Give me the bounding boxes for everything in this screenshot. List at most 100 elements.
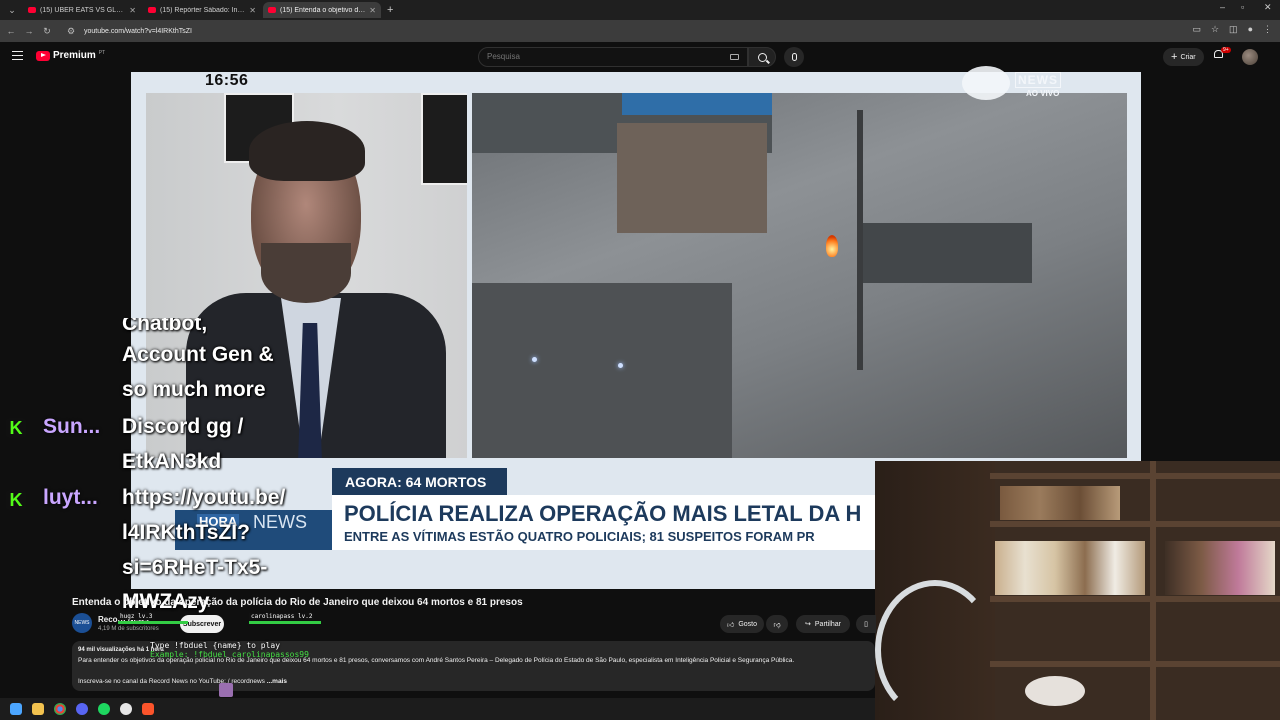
minimize-icon[interactable]: – (1220, 2, 1225, 12)
logo-circle (962, 66, 1010, 100)
voice-search-button[interactable] (784, 47, 804, 67)
windows-start-icon[interactable] (10, 703, 22, 715)
tab-search-icon[interactable]: ⌄ (3, 3, 21, 17)
interviewee-hair (249, 121, 365, 181)
fire (826, 235, 838, 257)
account-avatar[interactable] (1242, 49, 1258, 65)
thumbs-up-icon: 👍︎ (726, 621, 735, 629)
like-label: Gosto (738, 620, 757, 628)
search-icon (757, 52, 767, 62)
search-input[interactable] (487, 52, 717, 61)
obs-icon[interactable] (120, 703, 132, 715)
chrome-icon[interactable] (54, 703, 66, 715)
close-tab-icon[interactable]: ✕ (369, 6, 376, 15)
channel-avatar[interactable]: NEWS (72, 613, 92, 633)
discord-icon[interactable] (76, 703, 88, 715)
headline-band: POLÍCIA REALIZA OPERAÇÃO MAIS LETAL DA H… (332, 495, 875, 550)
url-field[interactable]: youtube.com/watch?v=l4IRKthTsZI (84, 28, 192, 35)
interviewee-beard (261, 243, 351, 303)
spotify-icon[interactable] (98, 703, 110, 715)
thumbs-down-icon: 👎︎ (773, 621, 781, 629)
bookshelf-board (990, 521, 1280, 527)
youtube-favicon-icon (268, 7, 276, 13)
live-label: AO VIVO (1026, 89, 1060, 98)
window-close-icon[interactable]: ✕ (1264, 2, 1272, 13)
overlay-chat-line: so much more (122, 378, 266, 401)
search-button[interactable] (748, 47, 776, 67)
bookmark-icon: ▯ (864, 621, 868, 628)
create-button[interactable]: + Criar (1163, 48, 1204, 66)
subscribe-button[interactable]: Subscrever (180, 615, 224, 633)
brave-icon[interactable] (142, 703, 154, 715)
site-info-icon[interactable]: ⚙ (64, 26, 78, 37)
bookmark-star-icon[interactable]: ☆ (1211, 24, 1219, 35)
microphone-icon (791, 53, 797, 61)
profile-icon[interactable]: ● (1248, 24, 1253, 35)
back-icon[interactable]: ← (4, 26, 18, 36)
tab-title: (15) UBER EATS VS GLOVO I Cli (40, 6, 125, 14)
player-level: lv.2 (297, 613, 313, 620)
cast-icon[interactable]: ▭ (1192, 24, 1201, 35)
close-tab-icon[interactable]: ✕ (249, 6, 256, 15)
keyboard-icon[interactable] (730, 54, 739, 60)
hamburger-menu-icon[interactable] (12, 51, 23, 60)
share-button[interactable]: ↪ Partilhar (796, 615, 850, 633)
wall-poster (421, 93, 467, 185)
overlay-chat-line: Discord gg / (122, 415, 244, 438)
new-tab-icon[interactable]: + (387, 4, 393, 16)
player-level: lv.3 (138, 613, 153, 620)
logo-text: Premium (53, 50, 96, 61)
blue-roof (622, 93, 772, 115)
search-box[interactable] (478, 47, 748, 67)
drone-footage-frame (472, 93, 1127, 458)
subheadline: ENTRE AS VÍTIMAS ESTÃO QUATRO POLICIAIS;… (344, 529, 815, 544)
health-bar (249, 621, 321, 624)
overlay-chat-line: https://youtu.be/ (122, 486, 286, 509)
save-button[interactable]: ▯ (856, 615, 876, 633)
utility-pole (857, 110, 863, 370)
headline: POLÍCIA REALIZA OPERAÇÃO MAIS LETAL DA H (344, 501, 862, 526)
region-code: PT (98, 50, 106, 56)
kick-badge-icon: K (6, 418, 26, 438)
seashell (1025, 676, 1085, 706)
game-avatar-icon (219, 683, 233, 697)
create-label: Criar (1180, 53, 1196, 61)
maximize-icon[interactable]: ▫ (1241, 2, 1244, 12)
browser-menu-icon[interactable]: ⋮ (1263, 24, 1272, 35)
close-tab-icon[interactable]: ✕ (129, 6, 136, 15)
tab-title: (15) Entenda o objetivo da ope (280, 6, 365, 14)
browser-tab-2[interactable]: (15) Repórter Sábado: Influenc ✕ (143, 2, 261, 18)
forward-icon[interactable]: → (22, 26, 36, 36)
youtube-play-icon (36, 50, 50, 61)
browser-tab-1[interactable]: (15) UBER EATS VS GLOVO I Cli ✕ (23, 2, 141, 18)
like-button[interactable]: 👍︎ Gosto (720, 615, 764, 633)
video-title: Entenda o objetivo da operação da políci… (72, 597, 523, 608)
file-explorer-icon[interactable] (32, 703, 44, 715)
youtube-premium-logo[interactable]: Premium PT (36, 50, 105, 61)
record-news-logo: NEWS AO VIVO (962, 66, 1092, 102)
building (472, 283, 732, 458)
extensions-icon[interactable]: ◫ (1229, 24, 1238, 35)
browser-tab-bar: ⌄ (15) UBER EATS VS GLOVO I Cli ✕ (15) Re… (0, 0, 1280, 20)
health-bar (118, 621, 188, 624)
bookshelf-board (990, 661, 1280, 667)
books (1000, 486, 1120, 520)
notification-badge: 9+ (1221, 47, 1231, 53)
show-more-button[interactable]: ...mais (267, 678, 287, 685)
channel-link[interactable]: / recordnews (228, 678, 265, 685)
building (617, 123, 767, 233)
youtube-masthead: Premium PT +Criar 9+ (0, 42, 1280, 72)
dislike-button[interactable]: 👎︎ (766, 615, 788, 633)
breaking-tag: AGORA: 64 MORTOS (332, 468, 507, 495)
program-logo-right: NEWS (253, 512, 307, 532)
youtube-favicon-icon (28, 7, 36, 13)
reload-icon[interactable]: ↻ (40, 26, 54, 37)
plus-icon: + (1171, 51, 1178, 63)
browser-tab-3[interactable]: (15) Entenda o objetivo da ope ✕ (263, 2, 381, 18)
duel-example: Example: !fbduel carolinapassos99 (150, 650, 309, 659)
chat-username: Sun... (43, 415, 101, 438)
share-label: Partilhar (814, 620, 841, 628)
duel-player-2: carolinapass lv.2 (249, 613, 315, 620)
chair-outline (875, 580, 995, 720)
broadcast-clock: 16:56 (205, 72, 249, 89)
